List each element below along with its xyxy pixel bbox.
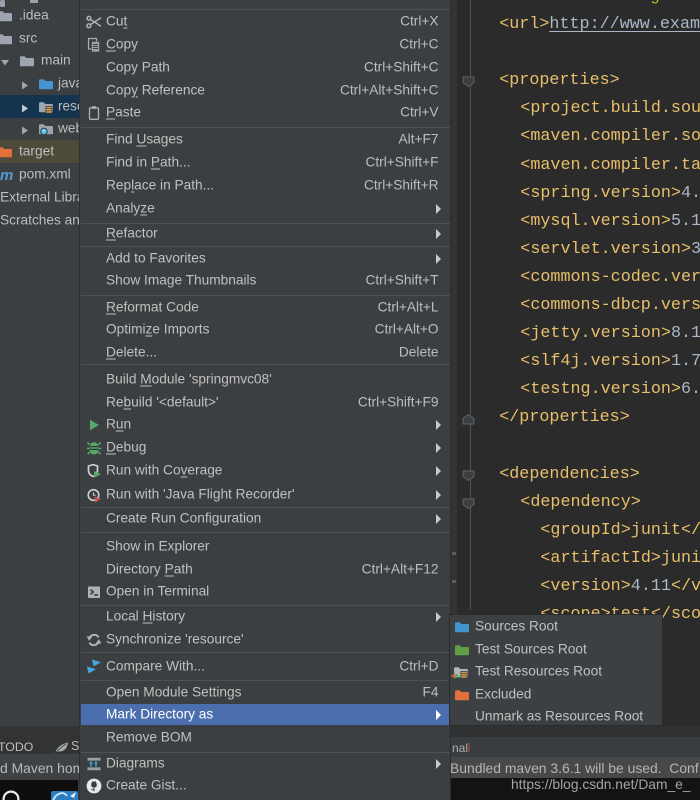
svg-text:m: m (0, 167, 13, 183)
